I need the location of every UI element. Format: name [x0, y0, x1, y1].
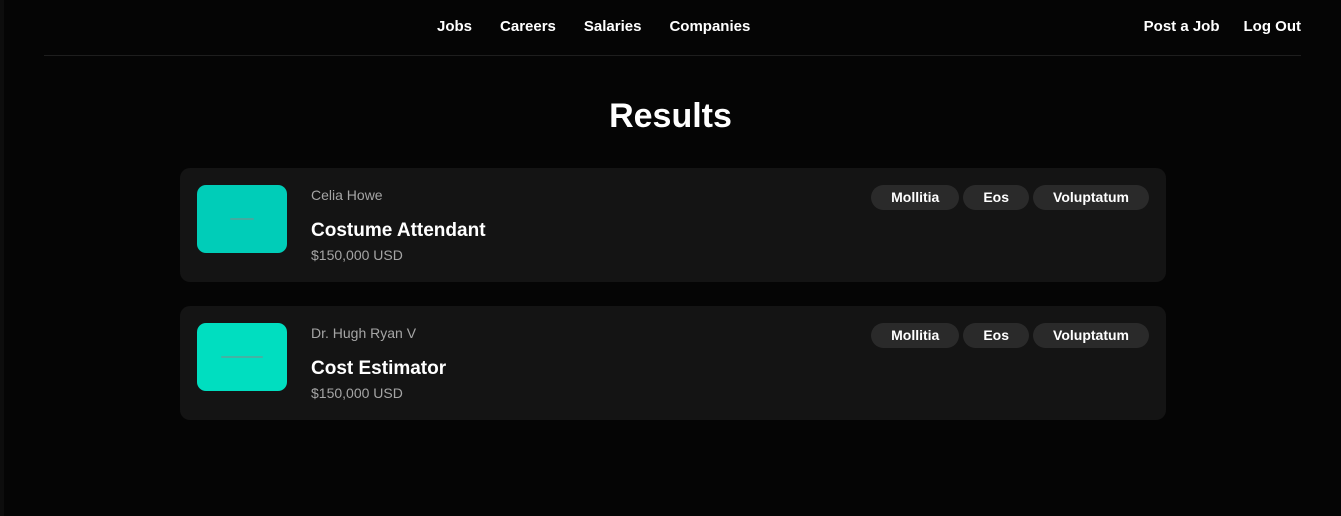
job-card[interactable]: Dr. Hugh Ryan V Cost Estimator $150,000 …	[180, 306, 1166, 420]
primary-nav: Jobs Careers Salaries Companies	[437, 17, 750, 37]
nav-link-salaries[interactable]: Salaries	[584, 17, 642, 37]
company-name: Dr. Hugh Ryan V	[311, 325, 417, 341]
company-logo	[197, 323, 287, 391]
job-title[interactable]: Costume Attendant	[311, 219, 486, 243]
nav-link-jobs[interactable]: Jobs	[437, 17, 472, 37]
logo-placeholder-text	[221, 356, 263, 358]
window-edge	[0, 0, 4, 516]
company-name: Celia Howe	[311, 187, 383, 203]
nav-link-companies[interactable]: Companies	[669, 17, 750, 37]
tag-mollitia[interactable]: Mollitia	[871, 185, 960, 210]
post-a-job-link[interactable]: Post a Job	[1144, 17, 1220, 37]
job-tags: Mollitia Eos Voluptatum	[871, 185, 1149, 210]
tag-eos[interactable]: Eos	[963, 185, 1030, 210]
top-navbar: Jobs Careers Salaries Companies Post a J…	[44, 0, 1301, 56]
job-card[interactable]: Celia Howe Costume Attendant $150,000 US…	[180, 168, 1166, 282]
results-list: Celia Howe Costume Attendant $150,000 US…	[180, 168, 1166, 444]
tag-eos[interactable]: Eos	[963, 323, 1030, 348]
job-salary: $150,000 USD	[311, 247, 403, 263]
job-salary: $150,000 USD	[311, 385, 403, 401]
tag-mollitia[interactable]: Mollitia	[871, 323, 960, 348]
job-title[interactable]: Cost Estimator	[311, 357, 446, 381]
job-tags: Mollitia Eos Voluptatum	[871, 323, 1149, 348]
account-nav: Post a Job Log Out	[1144, 17, 1301, 37]
company-logo	[197, 185, 287, 253]
logo-placeholder-text	[230, 218, 254, 220]
tag-voluptatum[interactable]: Voluptatum	[1033, 185, 1149, 210]
nav-link-careers[interactable]: Careers	[500, 17, 556, 37]
page-title: Results	[609, 97, 732, 135]
tag-voluptatum[interactable]: Voluptatum	[1033, 323, 1149, 348]
log-out-link[interactable]: Log Out	[1244, 17, 1301, 37]
